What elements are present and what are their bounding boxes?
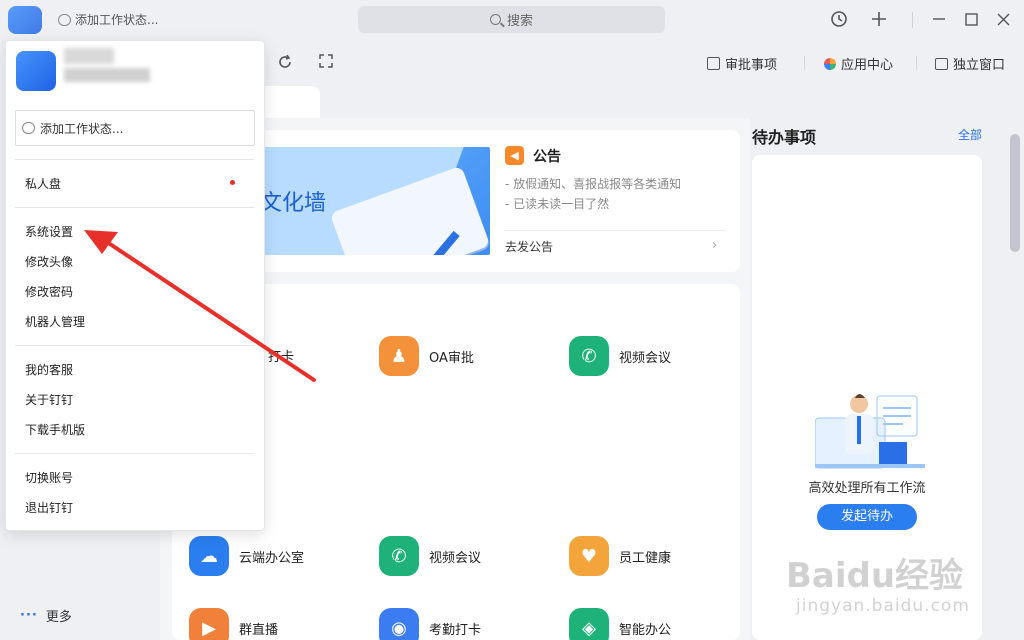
app-label: 打卡 xyxy=(268,350,295,365)
baidu-watermark-url: jingyan.baidu.com xyxy=(796,596,970,616)
work-status-label: 添加工作状态... xyxy=(75,13,159,27)
todo-title: 待办事项 xyxy=(752,128,817,147)
chat-bubble-icon xyxy=(22,122,35,134)
blurred-username xyxy=(64,48,114,64)
standalone-window-link[interactable]: 独立窗口 xyxy=(935,54,1005,73)
toolbar-divider xyxy=(916,56,917,70)
announcement-title: 公告 xyxy=(533,149,561,165)
minimize-icon[interactable] xyxy=(928,8,950,30)
fullscreen-icon[interactable] xyxy=(317,54,335,72)
search-placeholder: 搜索 xyxy=(506,14,533,29)
announcement-divider xyxy=(505,230,725,231)
megaphone-icon: ◀ xyxy=(505,146,524,165)
chat-bubble-icon xyxy=(58,13,71,26)
baidu-watermark-logo: Baidu经验 xyxy=(786,556,964,596)
refresh-icon[interactable] xyxy=(276,54,294,72)
app-label: 云端办公室 xyxy=(239,550,305,566)
menu-item-exit[interactable]: 退出钉钉 xyxy=(25,499,73,516)
app-item-smart-office[interactable]: ◈ 智能办公 xyxy=(569,608,671,640)
menu-item-change-avatar[interactable]: 修改头像 xyxy=(25,253,73,270)
title-bar: 添加工作状态... 搜索 xyxy=(0,0,1024,40)
app-item-checkin[interactable]: 打卡 xyxy=(268,346,294,365)
menu-divider xyxy=(15,345,255,346)
menu-item-my-service[interactable]: 我的客服 xyxy=(25,361,73,378)
banner-title: 文化墙 xyxy=(260,191,327,216)
menu-item-download-mobile[interactable]: 下载手机版 xyxy=(25,421,85,438)
app-item-group-live[interactable]: ▶ 群直播 xyxy=(189,608,278,640)
menu-item-about[interactable]: 关于钉钉 xyxy=(25,391,73,408)
plus-icon[interactable] xyxy=(868,8,890,30)
titlebar-divider xyxy=(912,12,913,28)
work-status-button[interactable]: 添加工作状态... xyxy=(58,11,158,28)
menu-divider xyxy=(15,207,255,208)
app-label: OA审批 xyxy=(429,350,474,366)
menu-item-system-settings[interactable]: 系统设置 xyxy=(25,223,73,240)
notification-dot xyxy=(230,180,235,185)
app-label: 视频会议 xyxy=(619,350,672,366)
user-avatar[interactable] xyxy=(8,6,42,34)
menu-work-status-label: 添加工作状态... xyxy=(40,121,124,136)
menu-divider xyxy=(15,159,255,160)
menu-item-robot-management[interactable]: 机器人管理 xyxy=(25,313,85,330)
search-icon xyxy=(489,14,501,25)
menu-item-private-disk[interactable]: 私人盘 xyxy=(25,175,61,192)
culture-wall-banner[interactable]: 文化墙 xyxy=(260,147,490,255)
announcement-line-2: - 已读未读一目了然 xyxy=(505,197,610,211)
app-label: 群直播 xyxy=(239,622,279,638)
app-item-oa-approval[interactable]: ♟ OA审批 xyxy=(379,336,474,376)
cloud-icon: ☁ xyxy=(189,536,229,576)
maximize-icon[interactable] xyxy=(960,8,982,30)
menu-item-change-password[interactable]: 修改密码 xyxy=(25,283,73,300)
app-item-employee-health[interactable]: ♥ 员工健康 xyxy=(569,536,671,576)
menu-divider xyxy=(15,453,255,454)
more-label: 更多 xyxy=(45,610,72,625)
more-dots-icon: ··· xyxy=(20,608,38,623)
app-label: 考勤打卡 xyxy=(429,622,482,638)
app-item-cloud-office[interactable]: ☁ 云端办公室 xyxy=(189,536,304,576)
heart-icon: ♥ xyxy=(569,536,609,576)
scrollbar-thumb[interactable] xyxy=(1010,134,1020,252)
app-label: 员工健康 xyxy=(619,550,672,566)
app-center-icon xyxy=(824,57,836,70)
tv-icon: ▶ xyxy=(189,608,229,640)
location-pin-icon: ◉ xyxy=(379,608,419,640)
checkbox-icon xyxy=(707,57,720,70)
video-call-icon: ✆ xyxy=(379,536,419,576)
smart-office-icon: ◈ xyxy=(569,608,609,640)
announcement-line-1: - 放假通知、喜报战报等各类通知 xyxy=(505,177,682,191)
close-icon[interactable] xyxy=(992,8,1014,30)
todo-description: 高效处理所有工作流 xyxy=(808,481,926,496)
menu-item-switch-account[interactable]: 切换账号 xyxy=(25,469,73,486)
toolbar-divider xyxy=(804,56,805,70)
app-item-video-meeting-2[interactable]: ✆ 视频会议 xyxy=(379,536,481,576)
post-announcement-link[interactable]: 去发公告 xyxy=(505,238,553,255)
create-todo-button[interactable]: 发起待办 xyxy=(817,504,917,530)
app-center-label: 应用中心 xyxy=(841,58,894,73)
approval-label: 审批事项 xyxy=(725,58,778,73)
app-label: 视频会议 xyxy=(429,550,482,566)
workflow-illustration-icon xyxy=(815,394,925,469)
app-item-video-meeting[interactable]: ✆ 视频会议 xyxy=(569,336,671,376)
chevron-right-icon[interactable]: › xyxy=(712,238,717,253)
approval-link[interactable]: 审批事项 xyxy=(707,54,777,73)
todo-view-all-link[interactable]: 全部 xyxy=(958,126,982,143)
standalone-window-label: 独立窗口 xyxy=(953,58,1006,73)
menu-avatar[interactable] xyxy=(16,51,56,91)
blurred-org-name xyxy=(64,68,150,82)
more-button[interactable]: ··· 更多 xyxy=(20,606,72,625)
external-window-icon xyxy=(935,57,948,70)
video-call-icon: ✆ xyxy=(569,336,609,376)
search-input[interactable]: 搜索 xyxy=(358,6,665,33)
app-center-link[interactable]: 应用中心 xyxy=(824,54,893,73)
stamp-icon: ♟ xyxy=(379,336,419,376)
menu-work-status-input[interactable]: 添加工作状态... xyxy=(15,110,255,146)
history-icon[interactable] xyxy=(828,8,850,30)
app-item-attendance[interactable]: ◉ 考勤打卡 xyxy=(379,608,481,640)
app-label: 智能办公 xyxy=(619,622,672,638)
